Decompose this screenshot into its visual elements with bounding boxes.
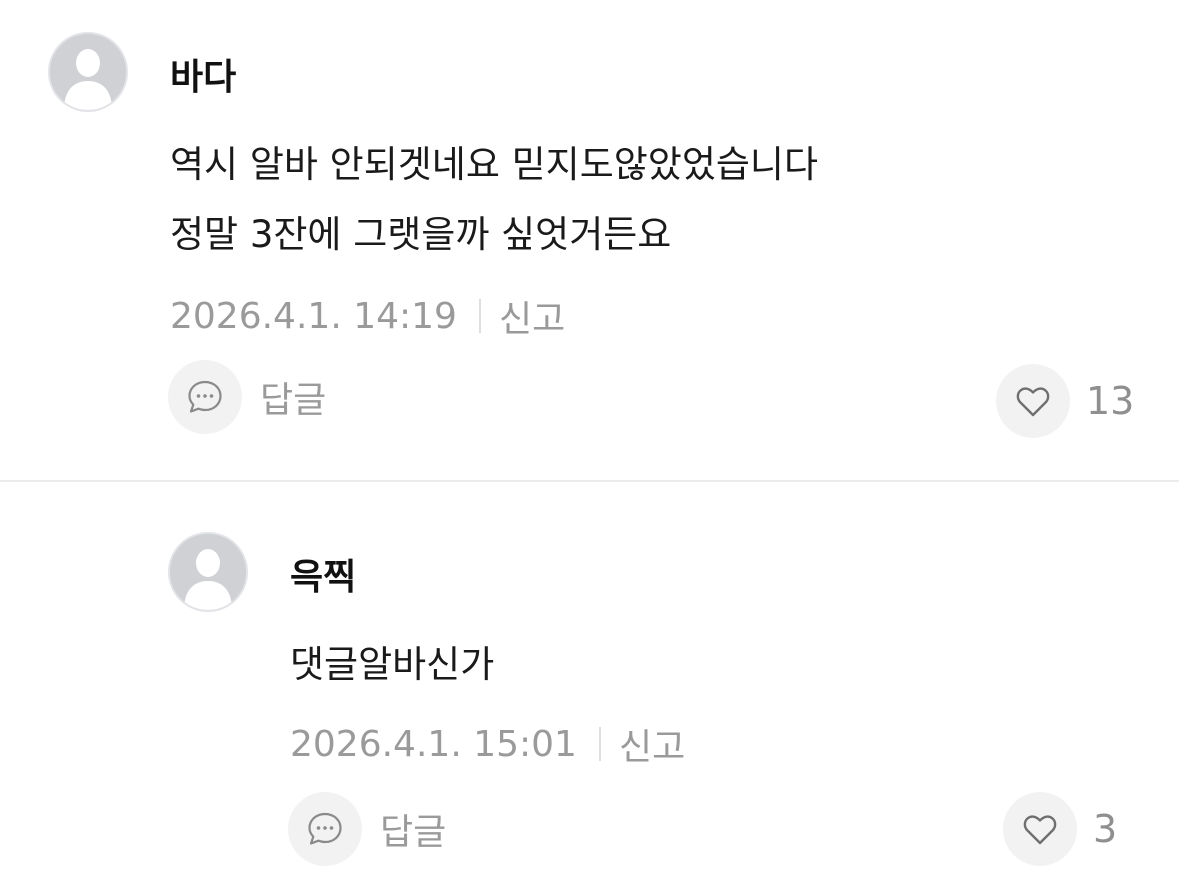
like-count: 3 [1093,807,1118,851]
comment-text: 댓글알바신가 [290,643,495,686]
reply-icon-circle [168,360,242,434]
like-button[interactable]: 13 [996,364,1134,438]
speech-bubble-icon [308,812,342,845]
meta-separator [598,727,601,761]
avatar[interactable] [48,32,128,112]
like-button[interactable]: 3 [1003,792,1117,866]
avatar[interactable] [168,532,248,612]
comment-timestamp: 2026.4.1. 14:19 [170,295,457,337]
comment-item: 바다 역시 알바 안되겟네요 믿지도않았었습니다 정말 3잔에 그랫을까 싶엇거… [0,0,1179,480]
reply-icon-circle [288,792,362,866]
reply-label: 답글 [260,380,327,421]
report-link[interactable]: 신고 [619,718,685,770]
reply-label: 답글 [380,812,447,853]
heart-outline-icon [1016,387,1050,417]
default-user-silhouette-icon [170,534,246,610]
reply-button[interactable]: 답글 [288,792,446,866]
like-icon-circle [996,364,1070,438]
meta-separator [478,299,481,333]
like-count: 13 [1086,379,1135,423]
comment-meta: 2026.4.1. 14:19 신고 [170,290,565,342]
reply-button[interactable]: 답글 [168,360,326,434]
comment-author[interactable]: 바다 [170,48,236,100]
comment-reply-item: 윽찍 댓글알바신가 2026.4.1. 15:01 신고 답글 3 [0,482,1179,892]
comment-author[interactable]: 윽찍 [290,548,356,600]
like-icon-circle [1003,792,1077,866]
report-link[interactable]: 신고 [499,290,565,342]
comment-meta: 2026.4.1. 15:01 신고 [290,718,685,770]
comment-text: 역시 알바 안되겟네요 믿지도않았었습니다 정말 3잔에 그랫을까 싶엇거든요 [170,143,819,256]
speech-bubble-icon [188,380,222,413]
heart-outline-icon [1023,815,1057,845]
default-user-silhouette-icon [50,34,126,110]
comment-timestamp: 2026.4.1. 15:01 [290,723,577,765]
